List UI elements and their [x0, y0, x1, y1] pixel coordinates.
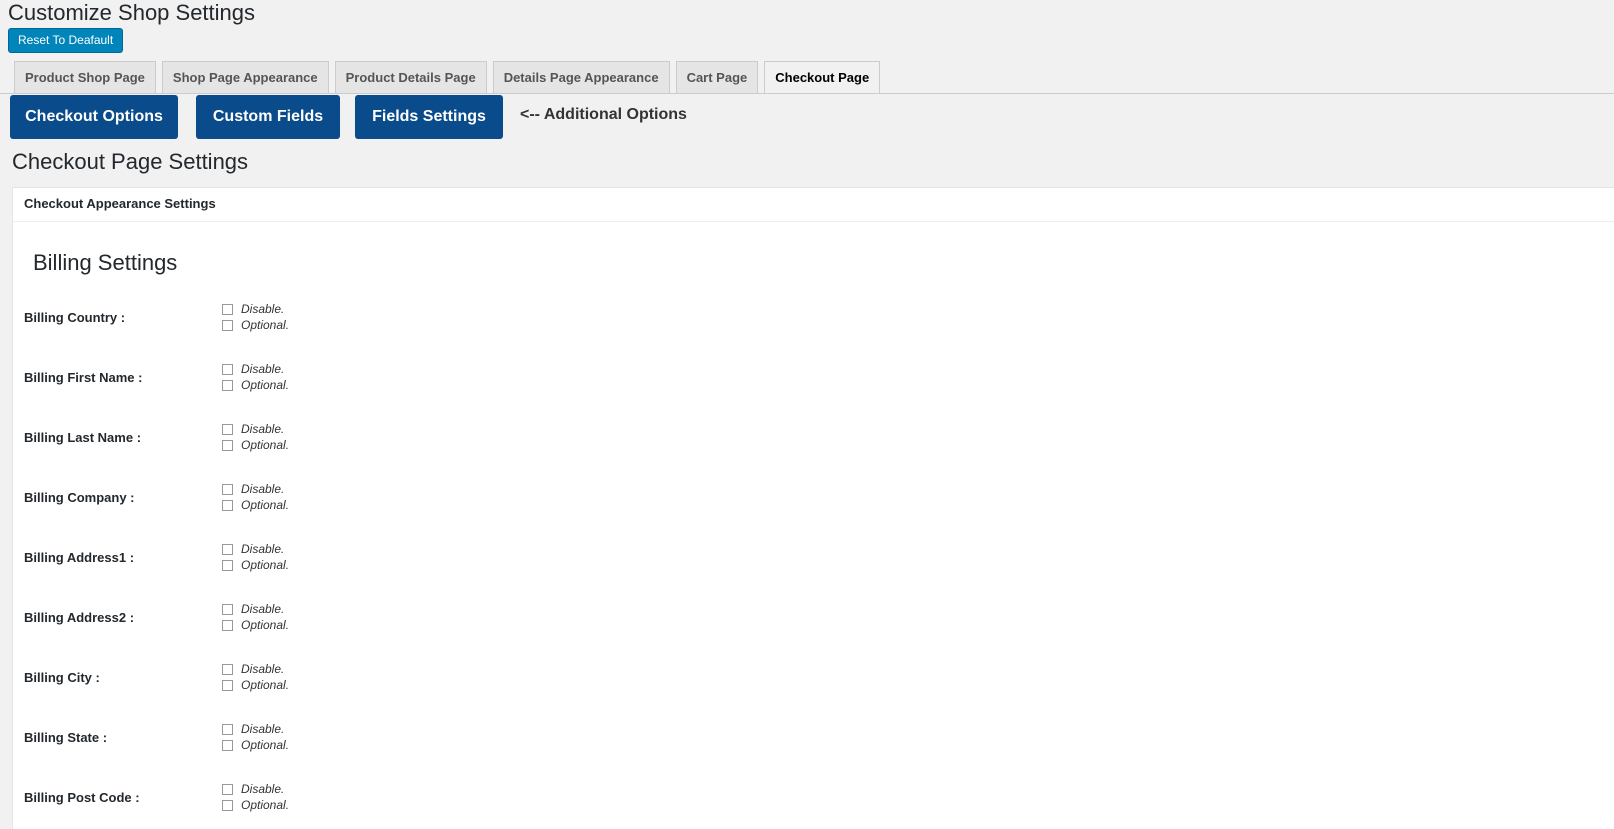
disable-option-label: Disable.: [241, 722, 285, 736]
optional-checkbox[interactable]: [222, 619, 233, 631]
billing-field-row: Billing Last Name : Disable. Optional.: [13, 420, 413, 460]
optional-option: Optional.: [222, 677, 289, 693]
billing-field-label: Billing First Name :: [24, 370, 143, 385]
optional-option: Optional.: [222, 317, 289, 333]
tab-product-shop-page[interactable]: Product Shop Page: [14, 61, 156, 93]
disable-option-label: Disable.: [241, 782, 285, 796]
disable-checkbox[interactable]: [222, 483, 233, 495]
tab-shop-page-appearance[interactable]: Shop Page Appearance: [161, 61, 329, 93]
disable-checkbox[interactable]: [222, 543, 233, 555]
additional-options-label: <-- Additional Options: [520, 106, 687, 123]
page-title: Customize Shop Settings: [8, 0, 256, 25]
disable-option: Disable.: [222, 781, 284, 797]
optional-option-label: Optional.: [241, 738, 290, 752]
optional-checkbox[interactable]: [222, 379, 233, 391]
optional-checkbox[interactable]: [222, 559, 233, 571]
optional-option-label: Optional.: [241, 378, 290, 392]
custom-fields-button[interactable]: Custom Fields: [196, 95, 340, 139]
tabs-divider: [0, 93, 1614, 94]
billing-field-row: Billing Post Code : Disable. Optional.: [13, 780, 413, 820]
disable-option: Disable.: [222, 661, 284, 677]
optional-option-label: Optional.: [241, 678, 290, 692]
checkout-appearance-panel: Checkout Appearance Settings Billing Set…: [12, 187, 1614, 829]
optional-checkbox[interactable]: [222, 439, 233, 451]
optional-option: Optional.: [222, 797, 289, 813]
optional-option: Optional.: [222, 737, 289, 753]
tab-cart-page[interactable]: Cart Page: [675, 61, 759, 93]
disable-option: Disable.: [222, 721, 284, 737]
tab-product-details-page[interactable]: Product Details Page: [334, 61, 487, 93]
optional-checkbox[interactable]: [222, 499, 233, 511]
fields-settings-button[interactable]: Fields Settings: [355, 95, 503, 139]
optional-checkbox[interactable]: [222, 739, 233, 751]
disable-option: Disable.: [222, 541, 284, 557]
billing-field-label: Billing Last Name :: [24, 430, 142, 445]
reset-to-default-button[interactable]: Reset To Deafault: [8, 28, 124, 53]
optional-option: Optional.: [222, 617, 289, 633]
tab-details-page-appearance[interactable]: Details Page Appearance: [492, 61, 670, 93]
optional-option-label: Optional.: [241, 498, 290, 512]
section-title: Checkout Page Settings: [12, 149, 249, 174]
disable-option: Disable.: [222, 601, 284, 617]
billing-field-row: Billing Address1 : Disable. Optional.: [13, 540, 413, 580]
optional-option-label: Optional.: [241, 438, 290, 452]
optional-option-label: Optional.: [241, 618, 290, 632]
optional-option-label: Optional.: [241, 558, 290, 572]
billing-field-label: Billing Post Code :: [24, 790, 140, 805]
billing-field-row: Billing First Name : Disable. Optional.: [13, 360, 413, 400]
optional-option-label: Optional.: [241, 318, 290, 332]
disable-option-label: Disable.: [241, 302, 285, 316]
billing-settings-title: Billing Settings: [33, 250, 178, 275]
optional-option-label: Optional.: [241, 798, 290, 812]
disable-option: Disable.: [222, 301, 284, 317]
disable-option-label: Disable.: [241, 662, 285, 676]
disable-option-label: Disable.: [241, 602, 285, 616]
disable-option: Disable.: [222, 481, 284, 497]
billing-field-label: Billing Address2 :: [24, 610, 135, 625]
billing-field-label: Billing State :: [24, 730, 108, 745]
disable-option: Disable.: [222, 421, 284, 437]
disable-option-label: Disable.: [241, 482, 285, 496]
billing-field-label: Billing Country :: [24, 310, 126, 325]
settings-tabs: Product Shop Page Shop Page Appearance P…: [14, 61, 886, 94]
panel-header: Checkout Appearance Settings: [13, 188, 1614, 222]
billing-field-label: Billing City :: [24, 670, 100, 685]
tab-checkout-page[interactable]: Checkout Page: [764, 61, 881, 94]
optional-option: Optional.: [222, 377, 289, 393]
optional-checkbox[interactable]: [222, 799, 233, 811]
checkout-options-button[interactable]: Checkout Options: [10, 95, 178, 139]
disable-option-label: Disable.: [241, 422, 285, 436]
disable-checkbox[interactable]: [222, 423, 233, 435]
optional-option: Optional.: [222, 497, 289, 513]
billing-field-label: Billing Address1 :: [24, 550, 135, 565]
billing-field-row: Billing Country : Disable. Optional.: [13, 300, 413, 340]
disable-option: Disable.: [222, 361, 284, 377]
billing-field-row: Billing State : Disable. Optional.: [13, 720, 413, 760]
disable-checkbox[interactable]: [222, 303, 233, 315]
disable-checkbox[interactable]: [222, 783, 233, 795]
billing-field-label: Billing Company :: [24, 490, 135, 505]
disable-checkbox[interactable]: [222, 363, 233, 375]
billing-field-row: Billing City : Disable. Optional.: [13, 660, 413, 700]
disable-checkbox[interactable]: [222, 603, 233, 615]
disable-option-label: Disable.: [241, 362, 285, 376]
disable-option-label: Disable.: [241, 542, 285, 556]
optional-option: Optional.: [222, 437, 289, 453]
optional-checkbox[interactable]: [222, 679, 233, 691]
optional-checkbox[interactable]: [222, 319, 233, 331]
optional-option: Optional.: [222, 557, 289, 573]
billing-field-row: Billing Address2 : Disable. Optional.: [13, 600, 413, 640]
disable-checkbox[interactable]: [222, 663, 233, 675]
billing-field-row: Billing Company : Disable. Optional.: [13, 480, 413, 520]
disable-checkbox[interactable]: [222, 723, 233, 735]
